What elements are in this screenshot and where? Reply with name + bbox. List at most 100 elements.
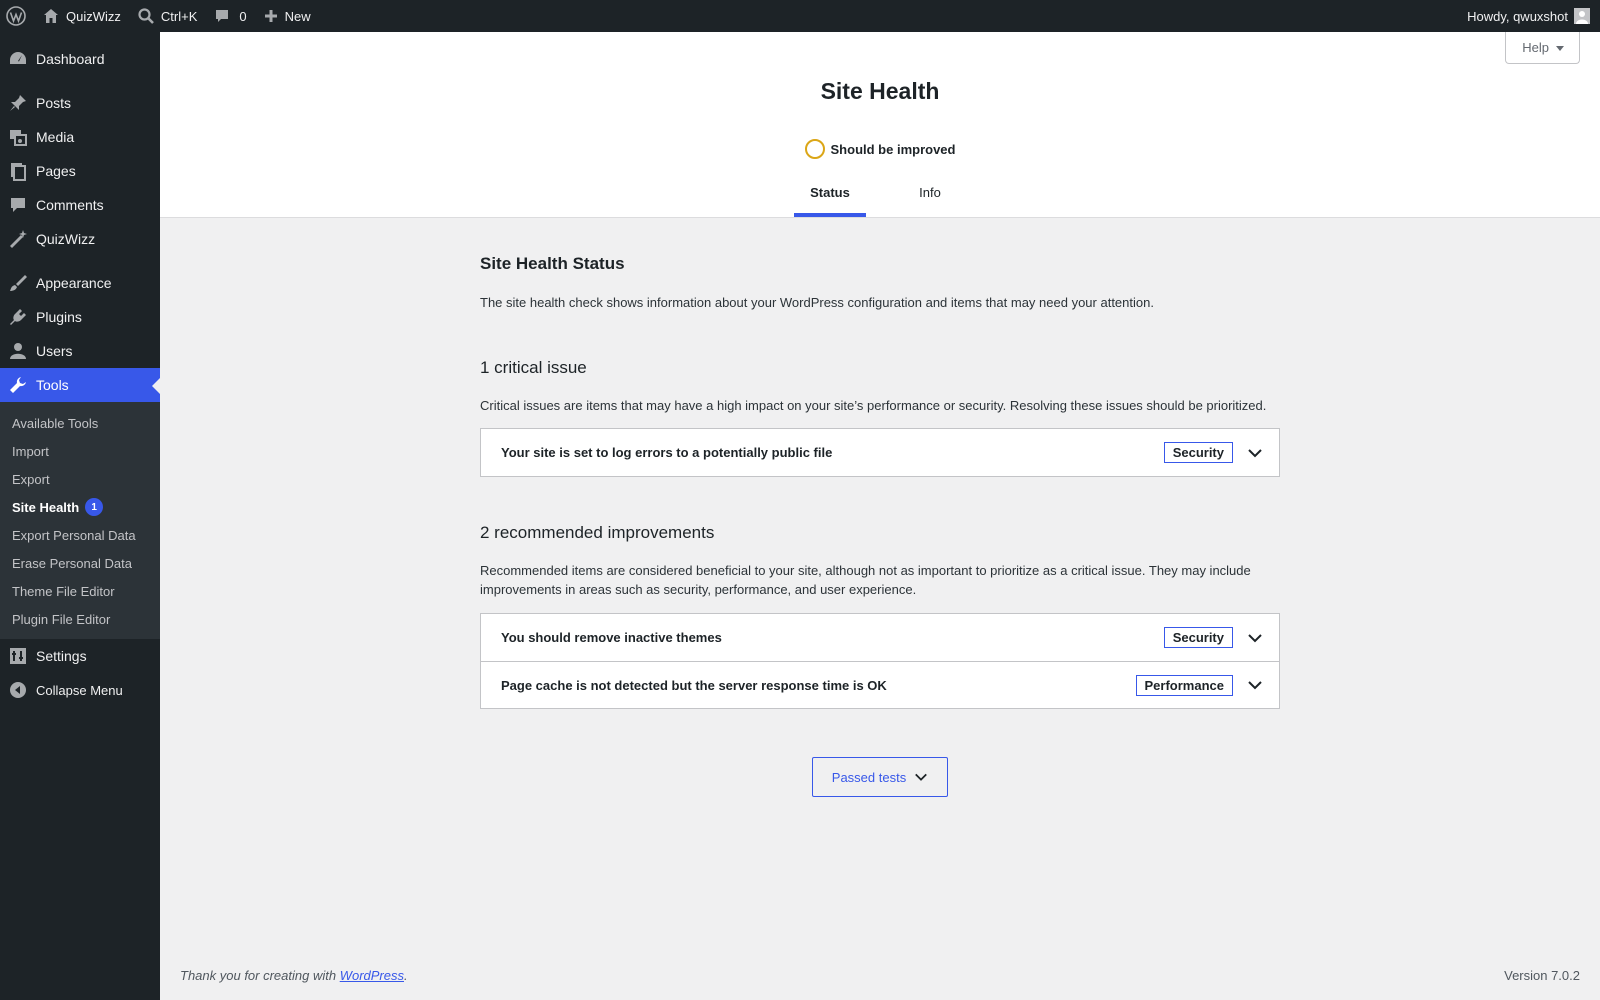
dashboard-icon [8,49,28,69]
status-heading: Site Health Status [480,254,625,273]
help-button[interactable]: Help [1505,32,1580,64]
search-icon [137,7,155,25]
sidebar-item-posts[interactable]: Posts [0,86,160,120]
submenu-item-plugin-file-editor[interactable]: Plugin File Editor [0,605,160,633]
status-description: The site health check shows information … [480,295,1154,310]
tools-submenu: Available Tools Import Export Site Healt… [0,402,160,639]
admin-footer: Thank you for creating with WordPress. V… [180,968,1580,983]
sidebar-item-settings[interactable]: Settings [0,639,160,673]
avatar[interactable] [1574,8,1590,24]
issue-title: You should remove inactive themes [501,630,722,645]
chevron-down-icon[interactable] [1247,677,1263,693]
sidebar-item-label: Settings [36,648,87,664]
tab-info[interactable]: Info [894,172,966,217]
sidebar-item-label: Tools [36,377,69,393]
footer-thanks-suffix: . [404,968,408,983]
sidebar-item-tools[interactable]: Tools [0,368,160,402]
comments-link[interactable]: 0 [205,0,254,32]
chevron-down-icon[interactable] [1247,630,1263,646]
site-name-link[interactable]: QuizWizz [34,0,129,32]
footer-thanks: Thank you for creating with WordPress. [180,968,408,983]
submenu-item-export[interactable]: Export [0,465,160,493]
footer-thanks-text: Thank you for creating with [180,968,340,983]
version-label: Version 7.0.2 [1504,968,1580,983]
wordpress-logo-icon[interactable] [0,0,34,32]
home-icon [42,7,60,25]
submenu-item-label: Site Health [12,499,80,515]
sidebar-item-label: Comments [36,197,104,213]
site-health-tabs: Status Info [160,172,1600,217]
sidebar-item-plugins[interactable]: Plugins [0,300,160,334]
comment-icon [8,195,28,215]
admin-bar: QuizWizz Ctrl+K 0 New Howdy, qwuxshot [0,0,1600,32]
plugin-icon [8,307,28,327]
critical-description: Critical issues are items that may have … [480,398,1267,413]
paintbrush-icon [8,273,28,293]
site-health-header: Help Site Health Should be improved Stat… [160,32,1600,218]
submenu-item-site-health[interactable]: Site Health 1 [0,493,160,521]
submenu-item-available-tools[interactable]: Available Tools [0,409,160,437]
submenu-item-erase-personal-data[interactable]: Erase Personal Data [0,549,160,577]
sidebar-item-label: Plugins [36,309,82,325]
search-shortcut-label: Ctrl+K [160,8,198,24]
collapse-menu-button[interactable]: Collapse Menu [0,673,160,707]
sidebar-item-quizwizz[interactable]: QuizWizz [0,222,160,256]
critical-issues-list: Your site is set to log errors to a pote… [480,428,1280,477]
issue-row[interactable]: Page cache is not detected but the serve… [481,661,1279,708]
submenu-item-import[interactable]: Import [0,437,160,465]
chevron-down-icon [914,770,928,784]
recommended-heading: 2 recommended improvements [480,523,715,542]
progress-ring-icon [804,139,825,159]
site-name-label: QuizWizz [66,8,121,24]
wrench-icon [8,375,28,395]
sidebar-item-dashboard[interactable]: Dashboard [0,42,160,76]
howdy-user-link[interactable]: Howdy, qwuxshot [1467,0,1568,32]
submenu-item-theme-file-editor[interactable]: Theme File Editor [0,577,160,605]
recommended-issues-list: You should remove inactive themes Securi… [480,613,1280,709]
sidebar-item-media[interactable]: Media [0,120,160,154]
tab-status[interactable]: Status [794,172,866,217]
issue-badge: Security [1163,627,1233,648]
sidebar-item-label: Dashboard [36,51,105,67]
critical-heading: 1 critical issue [480,358,587,377]
health-status: Should be improved [160,139,1600,159]
plus-icon [263,8,279,24]
new-content-link[interactable]: New [255,0,319,32]
sidebar-item-label: Pages [36,163,76,179]
sidebar-item-label: Appearance [36,275,112,291]
sidebar-item-pages[interactable]: Pages [0,154,160,188]
sidebar-item-label: Users [36,343,73,359]
pin-icon [8,93,28,113]
passed-tests-button[interactable]: Passed tests [812,757,948,797]
issue-row[interactable]: You should remove inactive themes Securi… [481,614,1279,661]
wordpress-link[interactable]: WordPress [340,968,404,983]
site-health-body: Site Health Status The site health check… [480,218,1280,797]
magic-wand-icon [8,229,28,249]
new-label: New [284,8,311,24]
issue-row[interactable]: Your site is set to log errors to a pote… [481,429,1279,476]
comment-icon [213,7,231,25]
issue-title: Page cache is not detected but the serve… [501,677,887,693]
submenu-item-export-personal-data[interactable]: Export Personal Data [0,521,160,549]
passed-tests-label: Passed tests [831,769,907,785]
site-health-count-badge: 1 [85,498,104,516]
issue-badge: Performance [1135,674,1233,696]
sidebar-item-comments[interactable]: Comments [0,188,160,222]
help-label: Help [1522,40,1549,55]
issue-title: Your site is set to log errors to a pote… [501,445,833,460]
media-icon [8,127,28,147]
sidebar-item-appearance[interactable]: Appearance [0,266,160,300]
health-status-label: Should be improved [830,141,956,157]
pages-icon [8,161,28,181]
recommended-description: Recommended items are considered benefic… [480,563,1251,597]
admin-sidebar: Dashboard Posts Media Pages Comments Qui… [0,32,160,1000]
caret-down-icon [1555,43,1565,53]
sidebar-item-label: Posts [36,95,72,111]
page-title: Site Health [820,78,940,104]
settings-icon [8,646,28,666]
collapse-menu-label: Collapse Menu [36,682,123,698]
chevron-down-icon[interactable] [1247,445,1263,461]
command-palette-button[interactable]: Ctrl+K [129,0,205,32]
sidebar-item-label: Media [36,129,75,145]
sidebar-item-users[interactable]: Users [0,334,160,368]
